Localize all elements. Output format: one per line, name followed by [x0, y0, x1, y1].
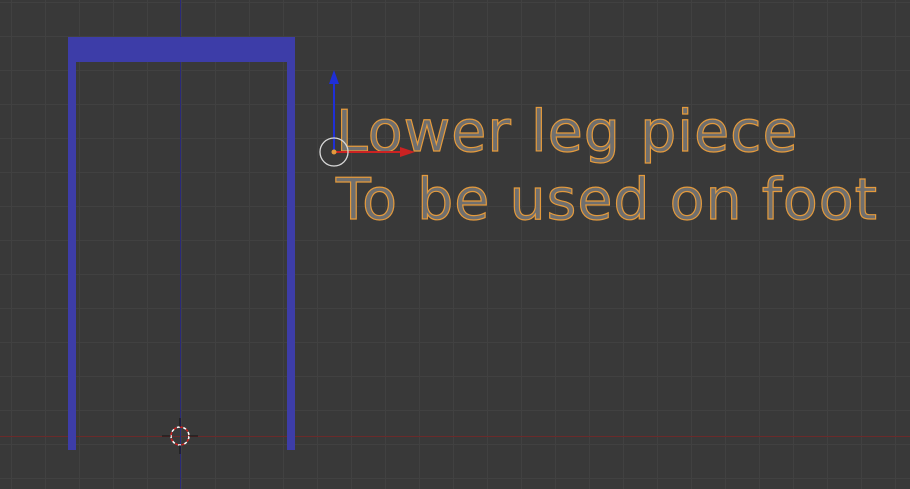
x-axis-line: [0, 436, 910, 437]
mesh-right-leg[interactable]: [287, 62, 295, 450]
mesh-top-bar[interactable]: [68, 37, 295, 62]
text-line-1: Lower leg piece: [335, 98, 799, 165]
mesh-left-leg[interactable]: [68, 62, 76, 450]
object-origin-icon: [331, 149, 337, 155]
z-axis-line: [180, 0, 181, 489]
text-line-2: To be used on foot: [335, 166, 878, 233]
3d-viewport[interactable]: Lower leg piece To be used on foot: [0, 0, 910, 489]
z-axis-arrow-head-icon[interactable]: [329, 70, 339, 84]
text-object[interactable]: Lower leg piece To be used on foot: [335, 98, 878, 234]
